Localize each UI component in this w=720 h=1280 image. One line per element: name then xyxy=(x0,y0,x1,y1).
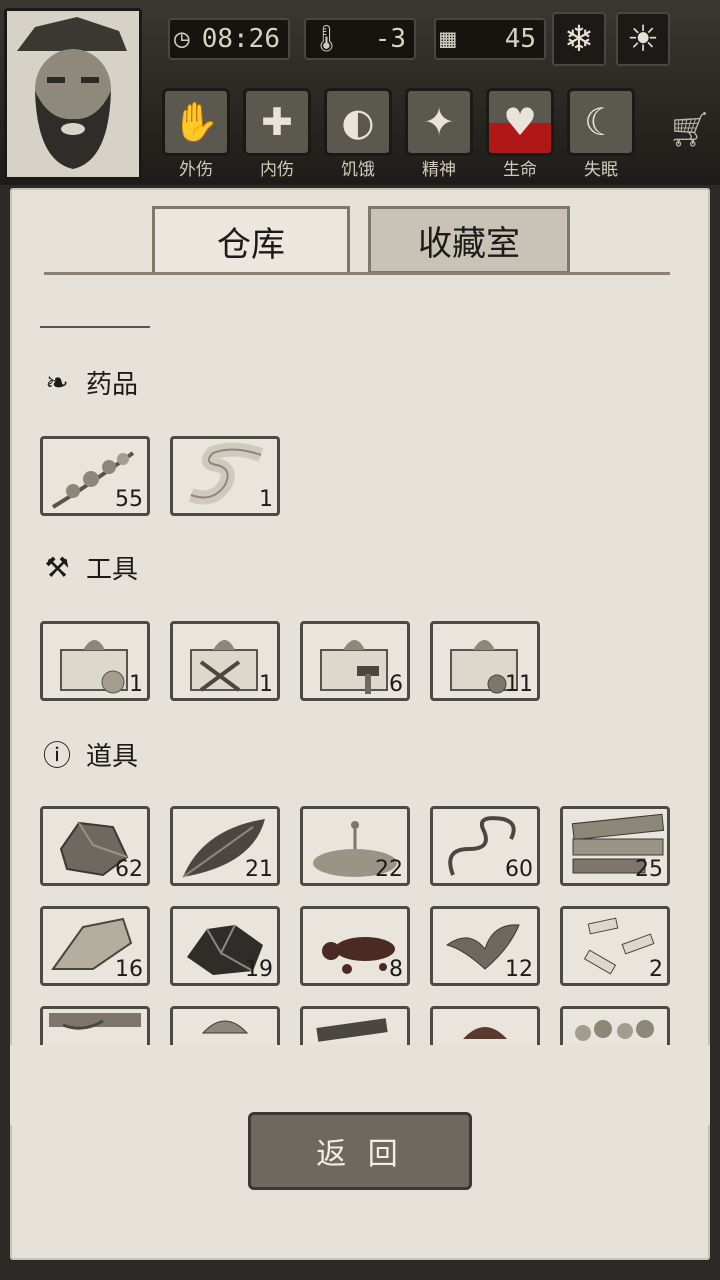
thermometer-icon: 🌡︎ xyxy=(310,24,344,54)
tab-collection[interactable]: 收藏室 xyxy=(368,206,570,274)
inventory-slot[interactable]: 11 xyxy=(430,621,540,701)
item-count: 16 xyxy=(115,957,143,982)
inventory-slot[interactable]: 12 xyxy=(430,906,540,986)
inventory-slot[interactable]: 22 xyxy=(300,806,410,886)
status-label-spirit: 精神 xyxy=(422,160,456,180)
inventory-slot[interactable]: 21 xyxy=(170,806,280,886)
item-count: 62 xyxy=(115,857,143,882)
leaf-section-icon: ❧ xyxy=(45,366,69,399)
inventory-slot[interactable]: 8 xyxy=(300,906,410,986)
day-counter: ▦ 45 xyxy=(434,18,546,60)
shopping-cart-icon[interactable]: 🛒︎ xyxy=(668,110,711,150)
temperature-value: -3 xyxy=(374,24,406,54)
calendar-icon: ▦ xyxy=(440,24,456,54)
inventory-slot[interactable]: 6 xyxy=(300,621,410,701)
temperature-display: 🌡︎ -3 xyxy=(304,18,416,60)
status-label-insomnia: 失眠 xyxy=(584,160,618,180)
top-hud: ◷ 08:26 🌡︎ -3 ▦ 45 ❄ ☀ ✋ ✚ ◐ ✦ ♥ ☾ 外伤 内伤… xyxy=(0,0,720,185)
status-label-hunger: 饥饿 xyxy=(341,160,375,180)
item-count: 60 xyxy=(505,857,533,882)
status-label-life: 生命 xyxy=(503,160,537,180)
head-icon[interactable]: ✦ xyxy=(405,88,473,156)
inventory-slot[interactable]: 1 xyxy=(170,436,280,516)
section-title-props: 道具 xyxy=(86,741,139,772)
inventory-slot[interactable]: 55 xyxy=(40,436,150,516)
time-value: 08:26 xyxy=(201,24,280,54)
sun-icon: ☀ xyxy=(616,12,670,66)
status-label-injury: 外伤 xyxy=(179,160,213,180)
tab-warehouse[interactable]: 仓库 xyxy=(152,206,350,274)
item-count: 19 xyxy=(245,957,273,982)
section-divider xyxy=(40,326,150,328)
clock-display: ◷ 08:26 xyxy=(168,18,290,60)
section-tools: ⚒ 工具 xyxy=(40,549,138,586)
section-title-medicine: 药品 xyxy=(86,370,139,400)
item-count: 6 xyxy=(389,672,403,697)
inventory-slot[interactable]: 25 xyxy=(560,806,670,886)
tab-divider xyxy=(44,272,670,275)
inventory-slot[interactable]: 19 xyxy=(170,906,280,986)
snowflake-icon: ❄ xyxy=(552,12,606,66)
item-count: 55 xyxy=(115,487,143,512)
status-label-internal: 内伤 xyxy=(260,160,294,180)
section-medicine: ❧ 药品 xyxy=(40,364,138,401)
item-count: 1 xyxy=(129,672,143,697)
item-count: 1 xyxy=(259,487,273,512)
wrench-section-icon: ⚒ xyxy=(44,551,70,584)
question-section-icon: ⓘ xyxy=(42,739,71,772)
item-count: 22 xyxy=(375,857,403,882)
heart-icon[interactable]: ♥ xyxy=(486,88,554,156)
inventory-slot[interactable]: 16 xyxy=(40,906,150,986)
inventory-slot[interactable]: 62 xyxy=(40,806,150,886)
section-title-tools: 工具 xyxy=(86,555,139,585)
back-button[interactable]: 返 回 xyxy=(248,1112,472,1190)
inventory-slot[interactable]: 1 xyxy=(170,621,280,701)
item-count: 2 xyxy=(649,957,663,982)
item-count: 21 xyxy=(245,857,273,882)
item-count: 1 xyxy=(259,672,273,697)
inventory-slot[interactable]: 2 xyxy=(560,906,670,986)
section-props: ⓘ 道具 xyxy=(40,734,138,774)
moon-icon[interactable]: ☾ xyxy=(567,88,635,156)
character-portrait[interactable] xyxy=(4,8,142,180)
item-count: 25 xyxy=(635,857,663,882)
bearded-man-icon xyxy=(7,11,139,177)
inventory-slot[interactable]: 1 xyxy=(40,621,150,701)
item-count: 12 xyxy=(505,957,533,982)
item-count: 8 xyxy=(389,957,403,982)
item-count: 11 xyxy=(505,672,533,697)
stomach-icon[interactable]: ◐ xyxy=(324,88,392,156)
inventory-slot[interactable]: 60 xyxy=(430,806,540,886)
clock-icon: ◷ xyxy=(174,24,190,54)
cross-icon[interactable]: ✚ xyxy=(243,88,311,156)
hand-icon[interactable]: ✋ xyxy=(162,88,230,156)
days-value: 45 xyxy=(504,24,536,54)
